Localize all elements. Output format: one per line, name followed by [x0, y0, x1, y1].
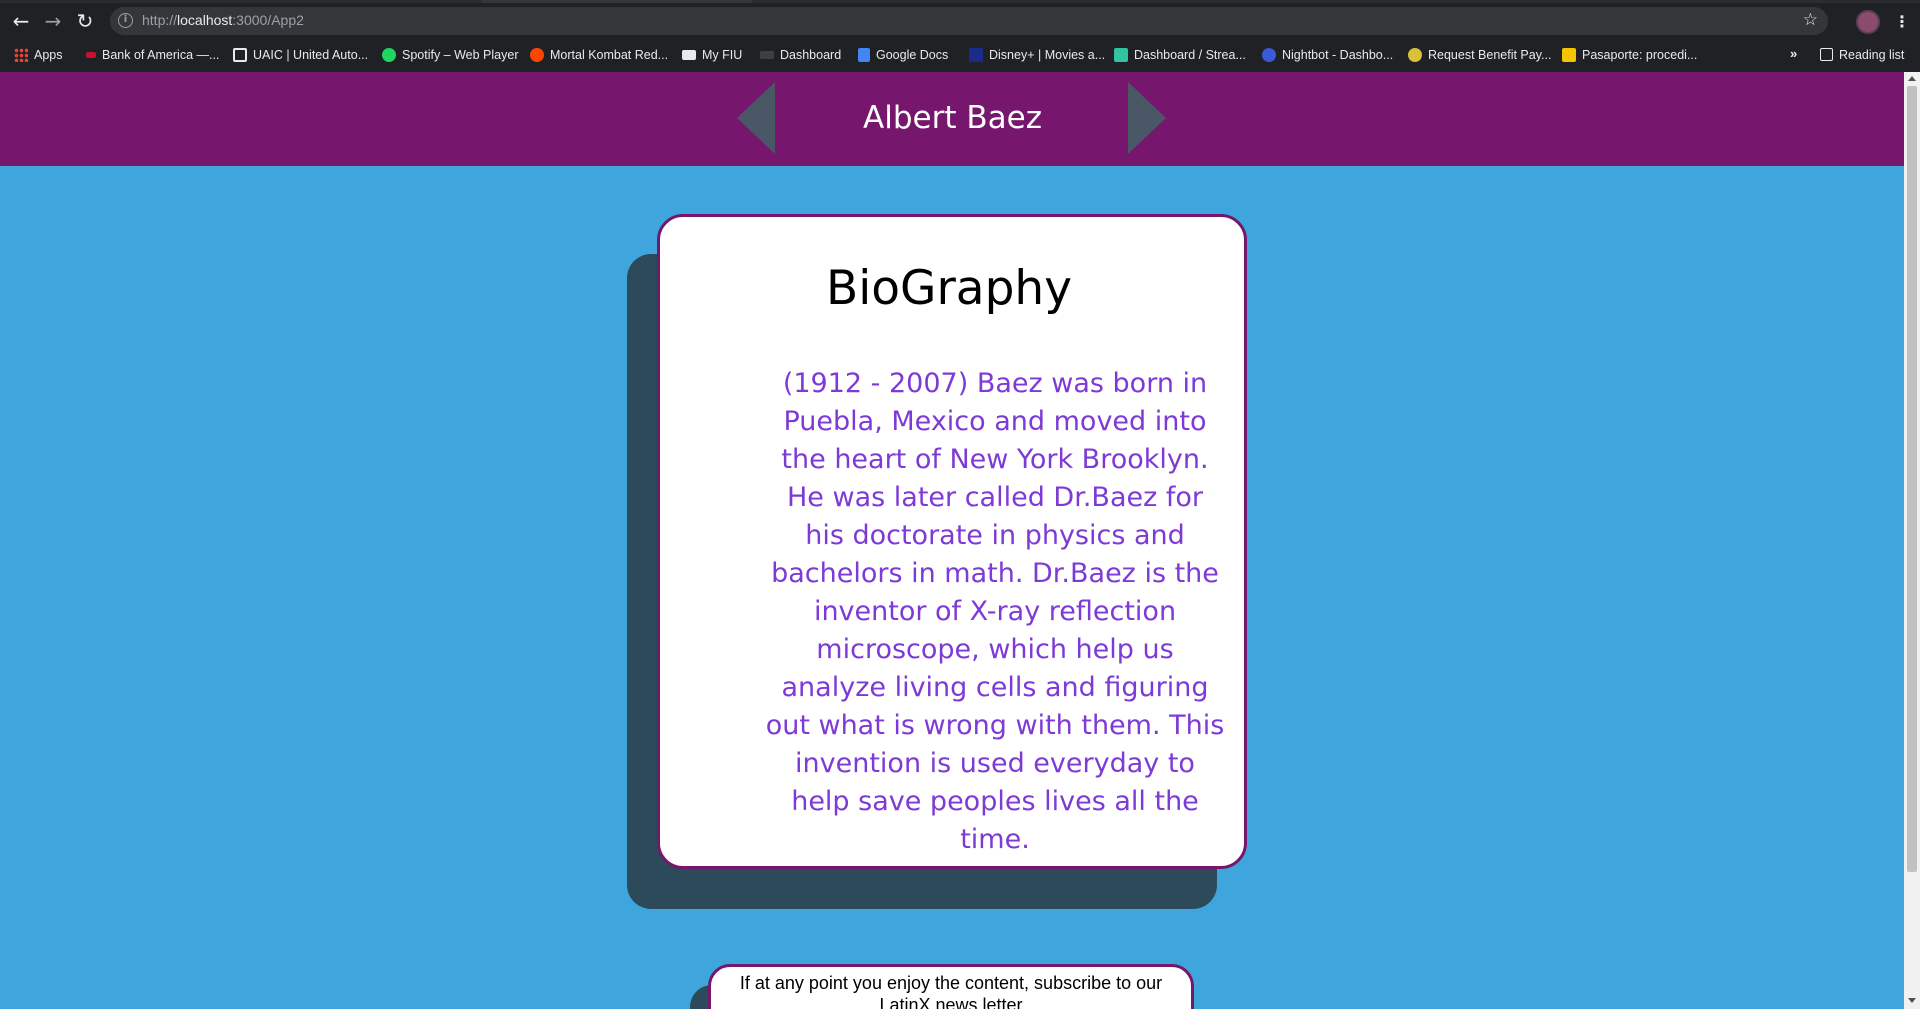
bookmark-label: Dashboard / Strea...: [1134, 48, 1246, 62]
uaic-icon: [233, 48, 247, 62]
nightbot-icon: [1262, 48, 1276, 62]
scrollbar-thumb[interactable]: [1907, 86, 1917, 872]
bookmark-label: Google Docs: [876, 48, 949, 62]
scroll-down-icon[interactable]: [1908, 998, 1916, 1003]
bookmark-my-fiu[interactable]: My FIU: [682, 46, 742, 64]
disney-icon: [969, 48, 983, 62]
pasaporte-icon: [1562, 48, 1576, 62]
dashboard-icon: [760, 51, 774, 59]
active-tab-indicator[interactable]: [482, 0, 752, 3]
page-scrollbar[interactable]: [1904, 72, 1920, 1009]
bio-card: BioGraphy (1912 - 2007) Baez was born in…: [657, 214, 1247, 869]
address-bar[interactable]: i http://localhost:3000/App2 ☆: [110, 7, 1828, 35]
bookmark-label: Bank of America —...: [102, 48, 220, 62]
bookmark-request-benefit[interactable]: Request Benefit Pay...: [1408, 46, 1551, 64]
reload-icon[interactable]: ↻: [72, 8, 98, 34]
fiu-icon: [682, 50, 696, 60]
tab-strip: [0, 0, 1920, 3]
bookmark-star-icon[interactable]: ☆: [1803, 10, 1818, 30]
apps-grid-icon: [14, 48, 28, 62]
bookmark-label: Disney+ | Movies a...: [989, 48, 1106, 62]
subscribe-card: If at any point you enjoy the content, s…: [708, 964, 1194, 1009]
bookmark-uaic[interactable]: UAIC | United Auto...: [233, 46, 368, 64]
bookmark-label: Nightbot - Dashbo...: [1282, 48, 1394, 62]
back-icon[interactable]: ←: [8, 8, 34, 34]
bookmarks-bar: Apps Bank of America —... UAIC | United …: [0, 40, 1920, 70]
page-title: Albert Baez: [863, 100, 1042, 136]
docs-icon: [858, 48, 870, 62]
subscribe-text: If at any point you enjoy the content, s…: [739, 973, 1163, 1009]
bookmark-label: Spotify – Web Player: [402, 48, 519, 62]
bank-icon: [86, 52, 96, 58]
page-header: Albert Baez: [0, 72, 1904, 166]
bookmark-google-docs[interactable]: Google Docs: [858, 46, 948, 64]
bookmark-label: UAIC | United Auto...: [253, 48, 369, 62]
bookmark-label: Request Benefit Pay...: [1428, 48, 1552, 62]
bio-text: (1912 - 2007) Baez was born in Puebla, M…: [765, 368, 1225, 855]
reading-list-icon: [1820, 48, 1833, 61]
site-info-icon[interactable]: i: [118, 13, 133, 28]
url-host: localhost: [177, 12, 233, 28]
bookmark-apps[interactable]: Apps: [14, 46, 63, 64]
reading-list-button[interactable]: Reading list: [1820, 46, 1904, 64]
url-scheme: http://: [142, 12, 178, 28]
bookmark-label: Dashboard: [780, 48, 842, 62]
scroll-up-icon[interactable]: [1908, 76, 1916, 81]
url-path: :3000/App2: [232, 12, 304, 28]
profile-avatar[interactable]: [1856, 10, 1880, 34]
bookmark-nightbot[interactable]: Nightbot - Dashbo...: [1262, 46, 1393, 64]
browser-chrome: ← → ↻ i http://localhost:3000/App2 ☆ ⋮ A…: [0, 0, 1920, 72]
benefit-icon: [1408, 48, 1422, 62]
bookmark-streamlabs[interactable]: Dashboard / Strea...: [1114, 46, 1246, 64]
browser-toolbar: ← → ↻ i http://localhost:3000/App2 ☆ ⋮: [0, 4, 1920, 38]
reading-list-label: Reading list: [1839, 48, 1905, 62]
reddit-icon: [530, 48, 544, 62]
bookmark-label: My FIU: [702, 48, 743, 62]
streamlabs-icon: [1114, 48, 1128, 62]
bookmark-spotify[interactable]: Spotify – Web Player: [382, 46, 519, 64]
bio-title: BioGraphy: [826, 261, 1073, 316]
bookmark-label: Pasaporte: procedi...: [1582, 48, 1698, 62]
bookmark-mortal-kombat[interactable]: Mortal Kombat Red...: [530, 46, 668, 64]
bookmark-disney-plus[interactable]: Disney+ | Movies a...: [969, 46, 1105, 64]
bookmark-bank-of-america[interactable]: Bank of America —...: [84, 46, 219, 64]
bookmark-dashboard[interactable]: Dashboard: [760, 46, 841, 64]
next-arrow-icon[interactable]: [1128, 82, 1166, 154]
previous-arrow-icon[interactable]: [737, 82, 775, 154]
more-bookmarks-icon[interactable]: »: [1790, 46, 1797, 61]
spotify-icon: [382, 48, 396, 62]
browser-menu-icon[interactable]: ⋮: [1894, 12, 1910, 31]
forward-icon[interactable]: →: [40, 8, 66, 34]
bookmark-label: Mortal Kombat Red...: [550, 48, 669, 62]
bookmark-pasaporte[interactable]: Pasaporte: procedi...: [1562, 46, 1697, 64]
bookmark-label: Apps: [34, 48, 63, 62]
address-url[interactable]: http://localhost:3000/App2: [142, 12, 304, 28]
